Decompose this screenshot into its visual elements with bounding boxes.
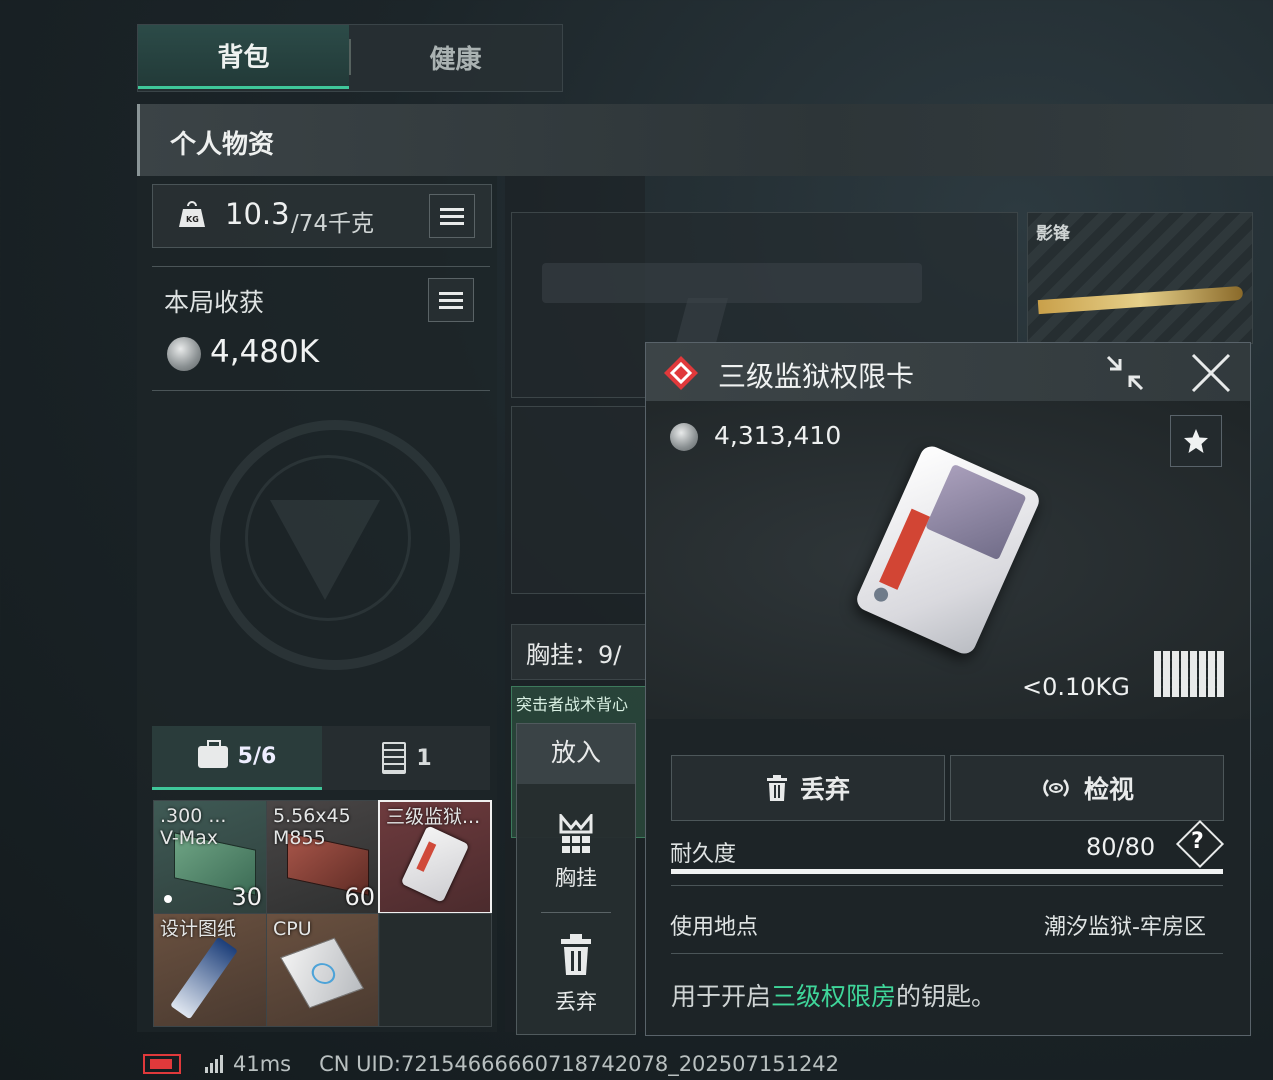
durability-track [671, 869, 1223, 874]
tab-health[interactable]: 健康 [350, 25, 561, 89]
durability-value: 80/80 [1086, 833, 1156, 861]
star-icon [1184, 429, 1208, 453]
slot-label: .300 ... V-Max [160, 805, 227, 849]
weight-current: 10.3 [225, 197, 290, 231]
move-to-vest-button[interactable]: 胸挂 [517, 862, 635, 892]
vest-item-label: 突击者战术背心 [516, 695, 629, 714]
slot-label: 三级监狱... [386, 806, 481, 828]
slot-label: CPU [273, 918, 312, 940]
ping-text: 41ms [233, 1052, 292, 1076]
grid-size-icon [1154, 651, 1224, 697]
slot-label: 5.56x45 M855 [273, 805, 351, 849]
section-header: 个人物资 [137, 104, 1273, 176]
item-price: 4,313,410 [714, 421, 842, 450]
inventory-slot[interactable]: CPU [266, 913, 380, 1027]
weapon-slot-secondary[interactable] [511, 406, 647, 594]
battery-icon [143, 1054, 181, 1074]
vest-header: 胸挂：9/ [511, 624, 647, 680]
tab-backpack[interactable]: 背包 [138, 25, 349, 89]
list-icon [440, 214, 464, 218]
put-in-button[interactable]: 放入 [517, 724, 635, 784]
desc-prefix: 用于开启 [671, 982, 772, 1011]
inventory-slot[interactable]: .300 ... V-Max 30 [153, 800, 267, 914]
divider [671, 953, 1223, 954]
rifle-grip [675, 298, 729, 343]
tab-items-label: 5/6 [237, 744, 277, 769]
container-icon [382, 742, 407, 774]
list-icon [439, 298, 463, 302]
durability-bar-fill [671, 869, 1223, 874]
keycard-image [853, 442, 1043, 658]
melee-label: 影锋 [1036, 224, 1070, 244]
tab-containers[interactable]: 1 [324, 726, 490, 790]
inspect-item-button[interactable]: 检视 [950, 755, 1224, 821]
tab-items[interactable]: 5/6 [152, 726, 322, 790]
durability-label: 耐久度 [670, 842, 737, 867]
inventory-slot[interactable]: 5.56x45 M855 60 [266, 800, 380, 914]
inspect-icon [1043, 779, 1069, 797]
item-detail-popup: 三级监狱权限卡 4,313,410 <0.10KG 丢弃 检视 耐久度 80/8… [645, 342, 1251, 1036]
weight-list-button[interactable] [429, 194, 475, 238]
close-icon[interactable] [1189, 353, 1233, 393]
weight-box: KG 10.3 /74千克 [152, 184, 492, 248]
popup-header: 三级监狱权限卡 [646, 343, 1250, 401]
slot-dot [164, 895, 172, 903]
cpu-icon [280, 937, 364, 1009]
trash-icon [559, 934, 593, 976]
briefcase-icon [197, 739, 228, 768]
discard-button[interactable]: 丢弃 [517, 986, 635, 1016]
location-value: 潮汐监狱-牢房区 [1044, 915, 1206, 940]
weight-max: /74千克 [291, 211, 375, 237]
trash-icon [766, 775, 787, 801]
blueprint-icon [170, 936, 238, 1020]
coin-icon [670, 423, 698, 451]
item-weight: <0.10KG [1022, 673, 1130, 701]
desc-highlight: 三级权限房 [771, 982, 897, 1011]
inventory-slot-selected[interactable]: 三级监狱... [378, 800, 492, 914]
divider [671, 885, 1223, 886]
discard-item-label: 丢弃 [799, 775, 850, 804]
divider [152, 266, 490, 267]
weight-kg-badge: KG [186, 215, 199, 224]
melee-slot[interactable]: 影锋 [1027, 212, 1253, 344]
collapse-icon[interactable] [1104, 353, 1146, 393]
coin-icon [167, 337, 201, 371]
context-menu: 放入 胸挂 丢弃 [516, 723, 636, 1035]
favorite-star-button[interactable] [1170, 415, 1222, 467]
keycard-icon [400, 825, 470, 903]
inventory-tabs: 5/6 1 [152, 726, 490, 790]
item-title: 三级监狱权限卡 [718, 360, 915, 393]
slot-label: 设计图纸 [160, 918, 237, 940]
discard-item-button[interactable]: 丢弃 [671, 755, 945, 821]
vest-icon [557, 811, 595, 856]
slot-count: 60 [344, 883, 375, 911]
divider [541, 912, 611, 913]
status-bar: 41ms CN UID:72154666660718742078_2025071… [143, 1052, 839, 1076]
faction-emblem-mark [270, 500, 380, 600]
loot-list-button[interactable] [428, 278, 474, 322]
item-description: 用于开启三级权限房的钥匙。 [671, 977, 996, 1013]
rarity-diamond-icon [663, 355, 699, 391]
divider [152, 390, 490, 391]
loot-title: 本局收获 [164, 288, 265, 317]
loot-value: 4,480K [210, 334, 320, 370]
weight-icon [177, 199, 207, 229]
section-title: 个人物资 [170, 130, 275, 160]
location-label: 使用地点 [670, 915, 759, 940]
vest-label: 胸挂：9/ [526, 641, 622, 669]
inspect-item-label: 检视 [1083, 775, 1134, 804]
uid-text: CN UID:72154666660718742078_202507151242 [319, 1052, 840, 1076]
top-tabs: 背包 健康 [137, 24, 563, 92]
slot-count: 30 [231, 883, 262, 911]
knife-icon [1037, 285, 1244, 315]
inventory-slot-empty[interactable] [378, 913, 492, 1027]
desc-suffix: 的钥匙。 [896, 982, 997, 1011]
inventory-slot[interactable]: 设计图纸 [153, 913, 267, 1027]
tab-containers-label: 1 [416, 745, 432, 771]
rifle-silhouette [542, 263, 922, 303]
item-preview: 4,313,410 <0.10KG [646, 401, 1250, 719]
signal-icon [205, 1055, 223, 1073]
help-icon: ? [1191, 829, 1204, 854]
